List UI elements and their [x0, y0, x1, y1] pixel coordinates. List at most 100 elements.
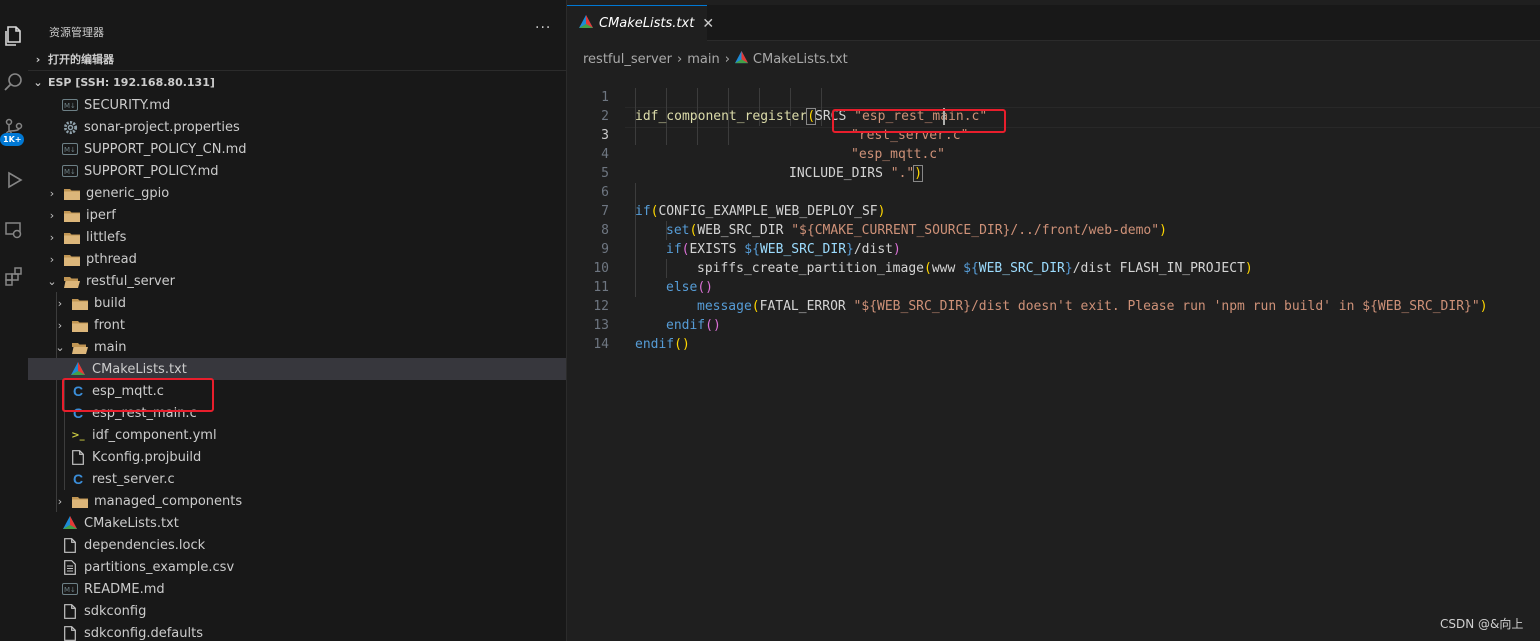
tree-item[interactable]: dependencies.lock [28, 534, 566, 556]
code-token: () [674, 337, 690, 352]
breadcrumb-item[interactable]: restful_server [583, 52, 672, 67]
folder-icon [64, 251, 80, 267]
chevron-down-icon[interactable]: ⌄ [54, 341, 66, 354]
code-line: 3 "esp_mqtt.c" [567, 107, 1540, 162]
code-line: 5 [567, 145, 1540, 181]
breadcrumb: restful_server › main › CMakeLists.txt [583, 51, 848, 68]
tree-item-label: littlefs [86, 229, 127, 245]
tree-item[interactable]: CMakeLists.txt [28, 358, 566, 380]
tree-item-label: sonar-project.properties [84, 119, 240, 135]
cmake-icon [734, 51, 748, 68]
tree-item[interactable]: › front [28, 314, 566, 336]
tree-item-label: SUPPORT_POLICY.md [84, 163, 219, 179]
open-editors-label: 打开的编辑器 [48, 53, 114, 66]
chevron-right-icon[interactable]: › [54, 495, 66, 508]
tree-item-label: front [94, 317, 125, 333]
tree-item[interactable]: › build [28, 292, 566, 314]
yaml-icon: >_ [71, 429, 85, 441]
tree-item[interactable]: partitions_example.csv [28, 556, 566, 578]
tree-item[interactable]: sdkconfig.defaults [28, 622, 566, 641]
svg-text:M↓: M↓ [64, 168, 76, 176]
tree-item[interactable]: sonar-project.properties [28, 116, 566, 138]
folder-icon [72, 317, 88, 333]
tree-item[interactable]: sdkconfig [28, 600, 566, 622]
svg-text:M↓: M↓ [64, 146, 76, 154]
file-icon [62, 603, 78, 619]
chevron-down-icon[interactable]: ⌄ [46, 275, 58, 288]
chevron-right-icon[interactable]: › [46, 209, 58, 222]
tree-item-label: sdkconfig.defaults [84, 625, 203, 641]
workspace-section[interactable]: ⌄ ESP [SSH: 192.168.80.131] [28, 71, 566, 93]
code-line: 4 INCLUDE_DIRS ".") [567, 126, 1540, 182]
cmake-icon [579, 14, 593, 33]
tree-item-label: generic_gpio [86, 185, 170, 201]
tree-item[interactable]: M↓ SECURITY.md [28, 94, 566, 116]
run-debug-icon[interactable] [0, 166, 28, 194]
folder-icon [64, 229, 80, 245]
cmake-icon [70, 361, 86, 377]
code-line: 2 "rest_server.c" [567, 88, 1540, 143]
tree-item[interactable]: ⌄ restful_server [28, 270, 566, 292]
file-icon [62, 625, 78, 641]
tree-item[interactable]: › pthread [28, 248, 566, 270]
chevron-right-icon: › [677, 52, 683, 67]
chevron-right-icon[interactable]: › [46, 187, 58, 200]
markdown-icon: M↓ [62, 163, 78, 179]
tree-item-label: iperf [86, 207, 116, 223]
code-line: 1 idf_component_register(SRCS "esp_rest_… [567, 69, 1540, 125]
file-icon [70, 449, 86, 465]
explorer-icon[interactable] [0, 22, 28, 50]
markdown-icon: M↓ [62, 97, 78, 113]
tree-item-label: rest_server.c [92, 471, 175, 487]
more-actions-icon[interactable]: ··· [535, 20, 551, 36]
tree-item-label: SECURITY.md [84, 97, 171, 113]
chevron-right-icon: › [724, 52, 730, 67]
markdown-icon: M↓ [62, 141, 78, 157]
tree-item-label: pthread [86, 251, 137, 267]
activity-bar: 1K+ [0, 0, 29, 641]
remote-explorer-icon[interactable] [0, 216, 28, 244]
tree-item[interactable]: M↓ README.md [28, 578, 566, 600]
cmake-icon [62, 515, 78, 531]
tab-cmakelists[interactable]: CMakeLists.txt ✕ [567, 5, 714, 41]
folder-open-icon [72, 339, 88, 355]
breadcrumb-item[interactable]: CMakeLists.txt [753, 52, 848, 67]
tree-item-label: main [94, 339, 127, 355]
chevron-right-icon[interactable]: › [46, 253, 58, 266]
gear-icon [62, 119, 78, 135]
chevron-down-icon: ⌄ [33, 75, 43, 89]
tree-item-label: CMakeLists.txt [84, 515, 179, 531]
chevron-right-icon[interactable]: › [46, 231, 58, 244]
tree-item-label: idf_component.yml [92, 427, 217, 443]
tree-item[interactable]: M↓ SUPPORT_POLICY_CN.md [28, 138, 566, 160]
tree-item[interactable]: Kconfig.projbuild [28, 446, 566, 468]
tree-item[interactable]: CMakeLists.txt [28, 512, 566, 534]
tree-item[interactable]: Crest_server.c [28, 468, 566, 490]
svg-text:M↓: M↓ [64, 586, 76, 594]
extensions-icon[interactable] [0, 262, 28, 290]
code-line: 11 message(FATAL_ERROR "${WEB_SRC_DIR}/d… [567, 259, 1540, 314]
breadcrumb-item[interactable]: main [687, 52, 719, 67]
tree-item[interactable]: › iperf [28, 204, 566, 226]
close-icon[interactable]: ✕ [702, 16, 714, 32]
code-line: 12 endif() [567, 278, 1540, 333]
tree-item[interactable]: › generic_gpio [28, 182, 566, 204]
tab-label: CMakeLists.txt [599, 16, 695, 31]
tree-item[interactable]: ⌄ main [28, 336, 566, 358]
workspace-label: ESP [SSH: 192.168.80.131] [48, 75, 215, 89]
code-line: 8 if(EXISTS ${WEB_SRC_DIR}/dist) [567, 202, 1540, 257]
folder-icon [64, 185, 80, 201]
chevron-right-icon[interactable]: › [54, 297, 66, 310]
tree-item[interactable]: › managed_components [28, 490, 566, 512]
chevron-right-icon[interactable]: › [54, 319, 66, 332]
tree-item[interactable]: M↓ SUPPORT_POLICY.md [28, 160, 566, 182]
file-icon [62, 537, 78, 553]
folder-icon [72, 493, 88, 509]
search-icon[interactable] [0, 68, 28, 96]
tree-item[interactable]: >_ idf_component.yml [28, 424, 566, 446]
csv-icon [62, 559, 78, 575]
explorer-sidebar: 资源管理器 ··· › 打开的编辑器 ⌄ ESP [SSH: 192.168.8… [28, 0, 567, 641]
tree-item[interactable]: › littlefs [28, 226, 566, 248]
open-editors-section[interactable]: › 打开的编辑器 [28, 48, 566, 70]
code-line: 10 else() [567, 240, 1540, 295]
